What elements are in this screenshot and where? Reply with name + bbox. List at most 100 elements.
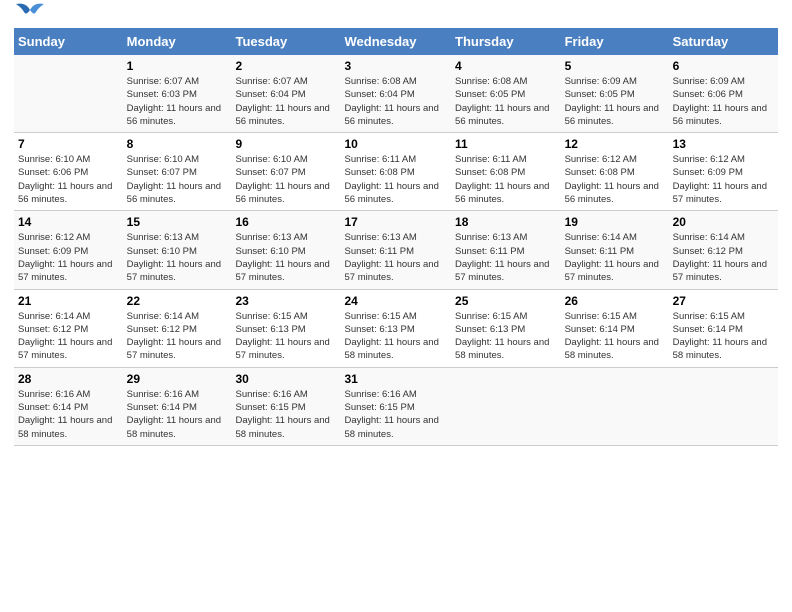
day-number: 10 <box>345 137 448 151</box>
daylight-label: Daylight: 11 hours and 56 minutes. <box>345 103 439 127</box>
daylight-label: Daylight: 11 hours and 56 minutes. <box>565 103 659 127</box>
sunrise-label: Sunrise: 6:14 AM <box>18 311 90 322</box>
day-number: 1 <box>127 59 228 73</box>
day-number: 24 <box>345 294 448 308</box>
daylight-label: Daylight: 11 hours and 56 minutes. <box>455 103 549 127</box>
day-number: 26 <box>565 294 665 308</box>
day-info: Sunrise: 6:12 AM Sunset: 6:09 PM Dayligh… <box>673 153 774 206</box>
sunrise-label: Sunrise: 6:15 AM <box>235 311 307 322</box>
day-number: 25 <box>455 294 557 308</box>
day-number: 19 <box>565 215 665 229</box>
day-info: Sunrise: 6:13 AM Sunset: 6:11 PM Dayligh… <box>455 231 557 284</box>
calendar-cell: 24 Sunrise: 6:15 AM Sunset: 6:13 PM Dayl… <box>341 289 452 367</box>
daylight-label: Daylight: 11 hours and 56 minutes. <box>127 103 221 127</box>
day-info: Sunrise: 6:11 AM Sunset: 6:08 PM Dayligh… <box>345 153 448 206</box>
sunset-label: Sunset: 6:04 PM <box>235 89 305 100</box>
day-info: Sunrise: 6:13 AM Sunset: 6:11 PM Dayligh… <box>345 231 448 284</box>
calendar-cell: 23 Sunrise: 6:15 AM Sunset: 6:13 PM Dayl… <box>231 289 340 367</box>
day-number: 8 <box>127 137 228 151</box>
daylight-label: Daylight: 11 hours and 57 minutes. <box>18 337 112 361</box>
sunrise-label: Sunrise: 6:09 AM <box>673 76 745 87</box>
weekday-header-row: SundayMondayTuesdayWednesdayThursdayFrid… <box>14 28 778 55</box>
day-info: Sunrise: 6:16 AM Sunset: 6:15 PM Dayligh… <box>345 388 448 441</box>
calendar-cell <box>14 55 123 133</box>
daylight-label: Daylight: 11 hours and 58 minutes. <box>235 415 329 439</box>
daylight-label: Daylight: 11 hours and 56 minutes. <box>235 103 329 127</box>
calendar-cell <box>669 367 778 445</box>
day-number: 15 <box>127 215 228 229</box>
day-info: Sunrise: 6:15 AM Sunset: 6:14 PM Dayligh… <box>565 310 665 363</box>
day-number: 18 <box>455 215 557 229</box>
calendar-cell: 28 Sunrise: 6:16 AM Sunset: 6:14 PM Dayl… <box>14 367 123 445</box>
sunset-label: Sunset: 6:03 PM <box>127 89 197 100</box>
calendar-cell: 27 Sunrise: 6:15 AM Sunset: 6:14 PM Dayl… <box>669 289 778 367</box>
day-info: Sunrise: 6:09 AM Sunset: 6:05 PM Dayligh… <box>565 75 665 128</box>
sunrise-label: Sunrise: 6:12 AM <box>18 232 90 243</box>
day-info: Sunrise: 6:08 AM Sunset: 6:04 PM Dayligh… <box>345 75 448 128</box>
sunset-label: Sunset: 6:08 PM <box>565 167 635 178</box>
sunrise-label: Sunrise: 6:15 AM <box>345 311 417 322</box>
sunrise-label: Sunrise: 6:16 AM <box>127 389 199 400</box>
daylight-label: Daylight: 11 hours and 56 minutes. <box>18 181 112 205</box>
daylight-label: Daylight: 11 hours and 57 minutes. <box>455 259 549 283</box>
day-info: Sunrise: 6:15 AM Sunset: 6:13 PM Dayligh… <box>455 310 557 363</box>
day-number: 16 <box>235 215 336 229</box>
day-info: Sunrise: 6:14 AM Sunset: 6:12 PM Dayligh… <box>18 310 119 363</box>
sunrise-label: Sunrise: 6:15 AM <box>565 311 637 322</box>
calendar-cell: 1 Sunrise: 6:07 AM Sunset: 6:03 PM Dayli… <box>123 55 232 133</box>
day-info: Sunrise: 6:14 AM Sunset: 6:12 PM Dayligh… <box>673 231 774 284</box>
day-info: Sunrise: 6:09 AM Sunset: 6:06 PM Dayligh… <box>673 75 774 128</box>
sunrise-label: Sunrise: 6:07 AM <box>235 76 307 87</box>
sunset-label: Sunset: 6:10 PM <box>127 246 197 257</box>
calendar-cell: 17 Sunrise: 6:13 AM Sunset: 6:11 PM Dayl… <box>341 211 452 289</box>
daylight-label: Daylight: 11 hours and 56 minutes. <box>673 103 767 127</box>
sunset-label: Sunset: 6:10 PM <box>235 246 305 257</box>
day-info: Sunrise: 6:07 AM Sunset: 6:03 PM Dayligh… <box>127 75 228 128</box>
calendar-week-row: 7 Sunrise: 6:10 AM Sunset: 6:06 PM Dayli… <box>14 133 778 211</box>
header <box>14 10 778 20</box>
calendar-cell: 6 Sunrise: 6:09 AM Sunset: 6:06 PM Dayli… <box>669 55 778 133</box>
weekday-header-wednesday: Wednesday <box>341 28 452 55</box>
sunset-label: Sunset: 6:11 PM <box>565 246 635 257</box>
calendar-cell: 16 Sunrise: 6:13 AM Sunset: 6:10 PM Dayl… <box>231 211 340 289</box>
sunrise-label: Sunrise: 6:11 AM <box>345 154 417 165</box>
sunrise-label: Sunrise: 6:08 AM <box>345 76 417 87</box>
day-number: 31 <box>345 372 448 386</box>
weekday-header-saturday: Saturday <box>669 28 778 55</box>
calendar-week-row: 28 Sunrise: 6:16 AM Sunset: 6:14 PM Dayl… <box>14 367 778 445</box>
day-number: 14 <box>18 215 119 229</box>
calendar-cell: 9 Sunrise: 6:10 AM Sunset: 6:07 PM Dayli… <box>231 133 340 211</box>
sunrise-label: Sunrise: 6:12 AM <box>565 154 637 165</box>
day-info: Sunrise: 6:14 AM Sunset: 6:12 PM Dayligh… <box>127 310 228 363</box>
daylight-label: Daylight: 11 hours and 57 minutes. <box>345 259 439 283</box>
calendar-cell: 26 Sunrise: 6:15 AM Sunset: 6:14 PM Dayl… <box>561 289 669 367</box>
calendar-cell: 7 Sunrise: 6:10 AM Sunset: 6:06 PM Dayli… <box>14 133 123 211</box>
calendar-cell: 3 Sunrise: 6:08 AM Sunset: 6:04 PM Dayli… <box>341 55 452 133</box>
daylight-label: Daylight: 11 hours and 56 minutes. <box>455 181 549 205</box>
calendar-cell: 30 Sunrise: 6:16 AM Sunset: 6:15 PM Dayl… <box>231 367 340 445</box>
sunrise-label: Sunrise: 6:16 AM <box>345 389 417 400</box>
sunset-label: Sunset: 6:14 PM <box>673 324 743 335</box>
calendar-cell: 15 Sunrise: 6:13 AM Sunset: 6:10 PM Dayl… <box>123 211 232 289</box>
sunset-label: Sunset: 6:15 PM <box>345 402 415 413</box>
day-number: 6 <box>673 59 774 73</box>
daylight-label: Daylight: 11 hours and 57 minutes. <box>127 259 221 283</box>
sunset-label: Sunset: 6:13 PM <box>235 324 305 335</box>
calendar-week-row: 1 Sunrise: 6:07 AM Sunset: 6:03 PM Dayli… <box>14 55 778 133</box>
daylight-label: Daylight: 11 hours and 57 minutes. <box>673 259 767 283</box>
weekday-header-tuesday: Tuesday <box>231 28 340 55</box>
day-number: 5 <box>565 59 665 73</box>
sunset-label: Sunset: 6:12 PM <box>18 324 88 335</box>
sunrise-label: Sunrise: 6:13 AM <box>345 232 417 243</box>
calendar-table: SundayMondayTuesdayWednesdayThursdayFrid… <box>14 28 778 446</box>
calendar-cell: 12 Sunrise: 6:12 AM Sunset: 6:08 PM Dayl… <box>561 133 669 211</box>
calendar-cell: 4 Sunrise: 6:08 AM Sunset: 6:05 PM Dayli… <box>451 55 561 133</box>
sunrise-label: Sunrise: 6:11 AM <box>455 154 527 165</box>
sunset-label: Sunset: 6:07 PM <box>127 167 197 178</box>
day-info: Sunrise: 6:13 AM Sunset: 6:10 PM Dayligh… <box>235 231 336 284</box>
day-info: Sunrise: 6:16 AM Sunset: 6:14 PM Dayligh… <box>18 388 119 441</box>
calendar-cell: 22 Sunrise: 6:14 AM Sunset: 6:12 PM Dayl… <box>123 289 232 367</box>
sunrise-label: Sunrise: 6:10 AM <box>127 154 199 165</box>
sunset-label: Sunset: 6:05 PM <box>565 89 635 100</box>
sunrise-label: Sunrise: 6:14 AM <box>565 232 637 243</box>
